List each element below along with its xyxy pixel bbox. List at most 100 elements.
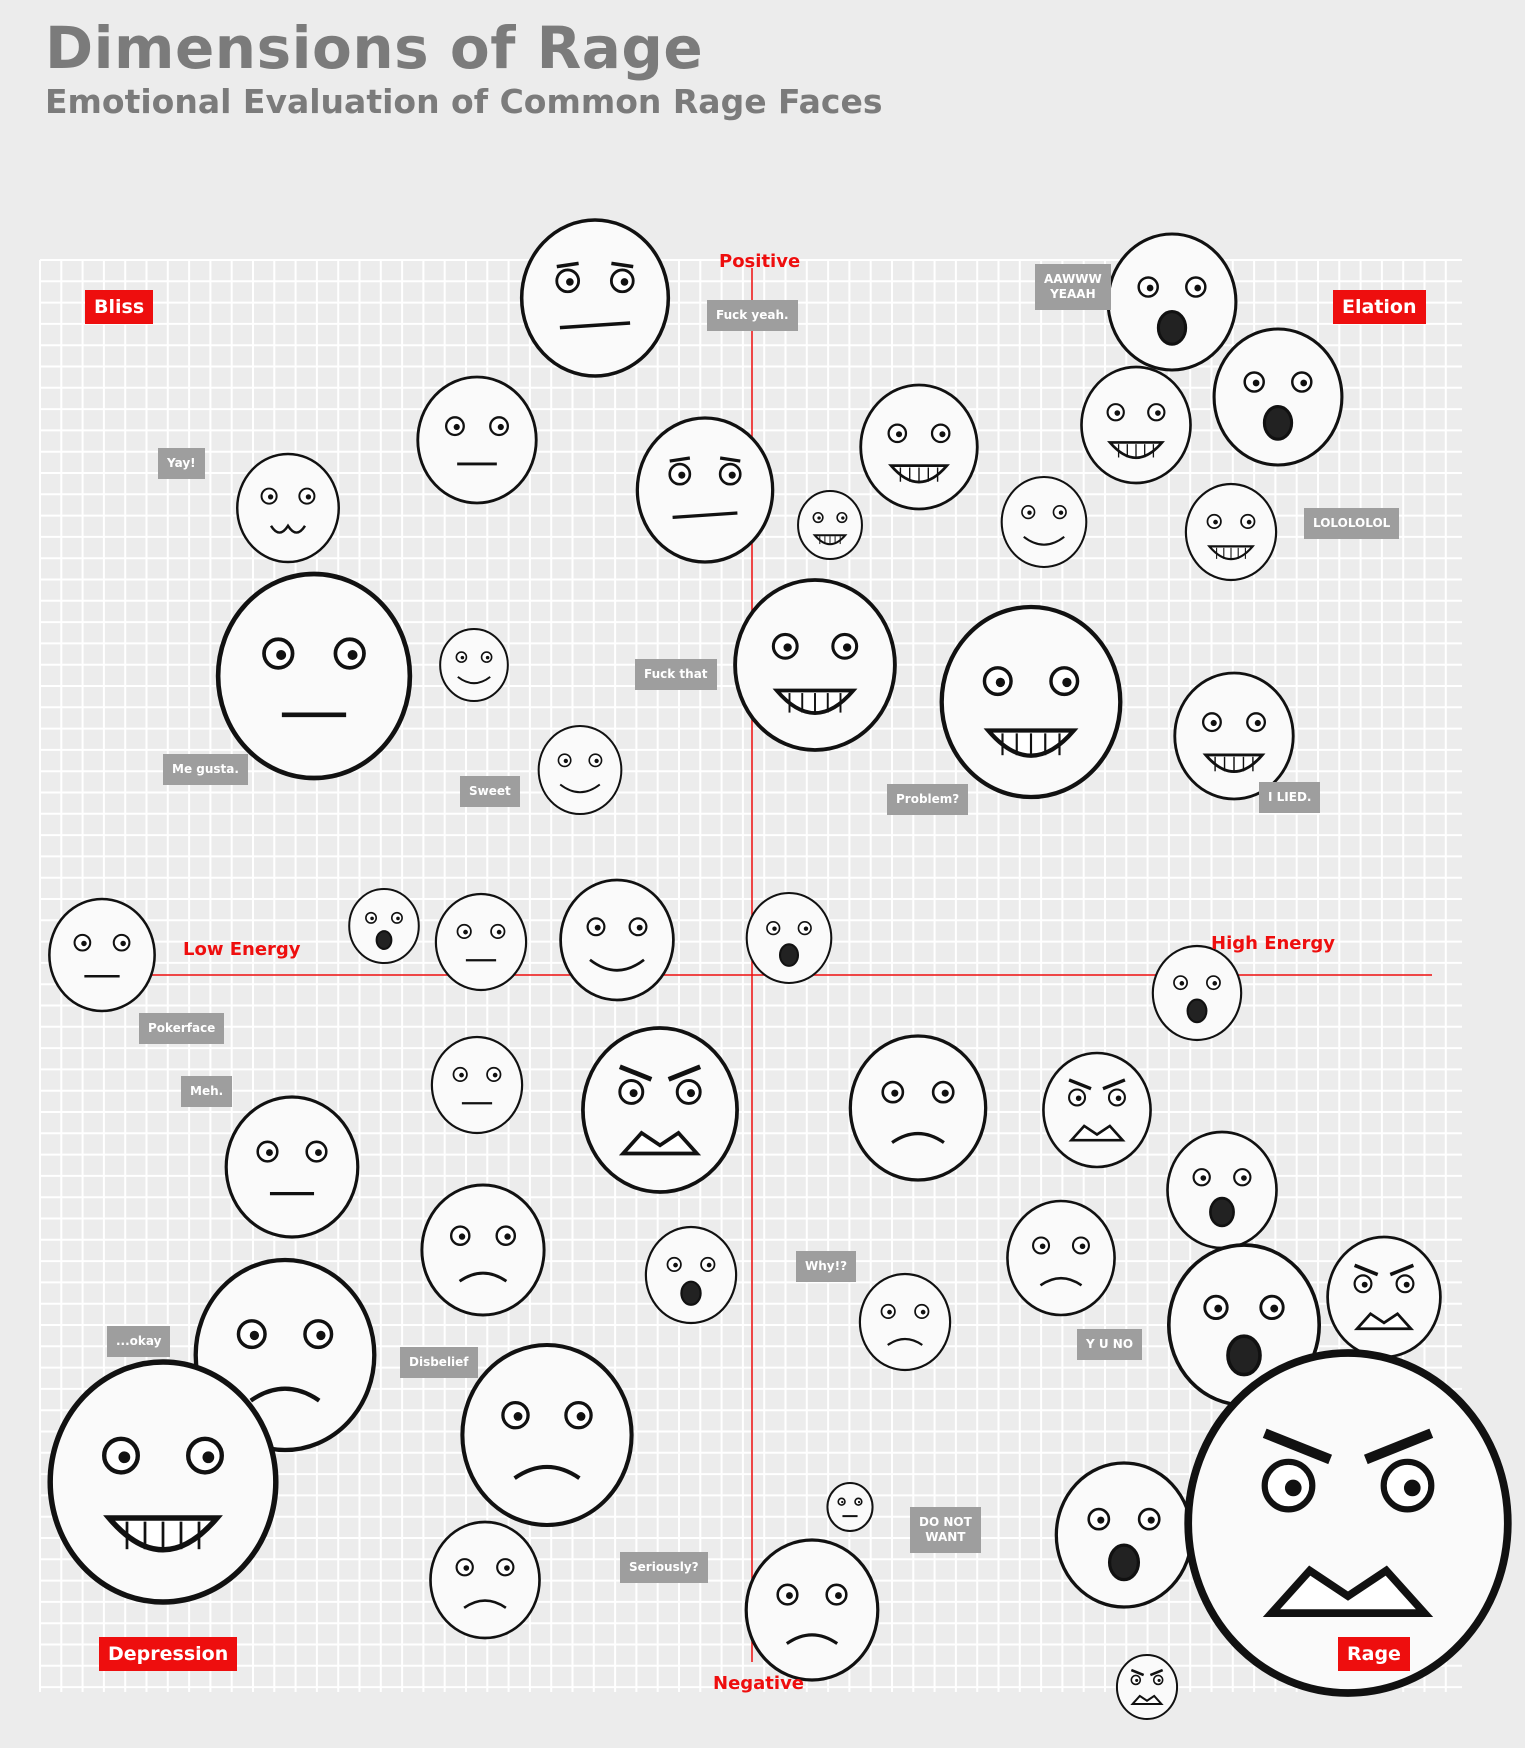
face-pupil	[803, 926, 809, 931]
face-pupil	[347, 649, 358, 660]
face-pupil	[504, 1565, 510, 1571]
face-pupil	[458, 1233, 466, 1240]
face-pupil	[370, 916, 374, 921]
aww-yeah-face	[1106, 232, 1238, 372]
face-pupil	[497, 423, 504, 431]
me-gusta-face	[215, 571, 413, 781]
face-pupil	[315, 1149, 322, 1157]
face-mouth	[778, 943, 800, 967]
i-lied-face	[1173, 671, 1295, 801]
lol-face	[1212, 327, 1344, 467]
face-outline	[1326, 1235, 1442, 1359]
face-mouth	[680, 1280, 702, 1306]
face-outline	[848, 1034, 988, 1182]
face-pupil	[459, 1072, 464, 1078]
face-pupil	[594, 924, 601, 931]
face-outline	[559, 878, 675, 1002]
face-pupil	[563, 758, 568, 764]
face-pupil	[1179, 981, 1185, 986]
face-pupil	[1210, 719, 1217, 727]
face-pupil	[463, 929, 468, 935]
happy-teeth-face	[1080, 365, 1192, 485]
face-outline	[1106, 232, 1238, 372]
face-pupil	[305, 494, 312, 500]
face-pupil	[728, 471, 736, 479]
face-outline	[1173, 671, 1295, 801]
face-pupil	[485, 655, 490, 660]
face-pupil	[939, 431, 946, 438]
face-outline	[439, 628, 509, 702]
fap-face	[1000, 475, 1088, 569]
face-pupil	[492, 1072, 498, 1078]
meh-face	[224, 1095, 360, 1239]
face-outline	[1212, 327, 1344, 467]
axis-label-negative: Negative	[713, 1673, 805, 1694]
face-outline	[224, 1095, 360, 1239]
face-outline	[733, 578, 897, 752]
face-outline	[644, 1225, 738, 1325]
face-pupil	[1300, 379, 1308, 387]
corner-label-depression: Depression	[99, 1637, 238, 1671]
face-outline	[1080, 365, 1192, 485]
face-pupil	[316, 1330, 326, 1341]
annoyed-face	[429, 1520, 541, 1640]
face-pupil	[1079, 1243, 1086, 1250]
face-pupil	[453, 423, 460, 431]
face-outline	[1054, 1461, 1194, 1609]
face-label: DO NOT WANT	[910, 1507, 981, 1553]
face-outline	[581, 1026, 739, 1194]
face-pupil	[1361, 1281, 1368, 1288]
face-label: ...okay	[107, 1326, 171, 1357]
face-outline	[348, 888, 420, 964]
face-pupil	[895, 431, 903, 438]
corner-label-bliss: Bliss	[85, 290, 154, 324]
scared-face	[1166, 1130, 1278, 1250]
face-pupil	[267, 494, 274, 500]
face-pupil	[1246, 519, 1252, 525]
face-label: LOLOLOLOL	[1304, 508, 1400, 539]
face-pupil	[1252, 379, 1260, 387]
face-outline	[416, 375, 538, 505]
face-outline	[826, 1482, 874, 1532]
face-outline	[434, 892, 528, 992]
face-label: Y U NO	[1077, 1329, 1143, 1360]
face-pupil	[857, 1500, 861, 1504]
sweet-jesus-face	[416, 375, 538, 505]
face-pupil	[1155, 410, 1161, 416]
corner-label-rage: Rage	[1338, 1637, 1410, 1671]
face-label: Pokerface	[139, 1013, 225, 1044]
face-pupil	[1403, 1479, 1421, 1497]
face-label: Meh.	[181, 1076, 233, 1107]
why-face	[858, 1272, 952, 1372]
face-pupil	[249, 1330, 260, 1341]
face-outline	[797, 490, 863, 560]
face-pupil	[118, 1451, 131, 1464]
face-outline	[1166, 1130, 1278, 1250]
face-pupil	[1200, 1175, 1207, 1181]
face-pupil	[1135, 1678, 1139, 1682]
laugh-face	[859, 383, 979, 511]
face-pupil	[920, 1309, 926, 1315]
face-label: Problem?	[887, 784, 969, 815]
face-pupil	[276, 649, 287, 660]
oh-crap-face	[635, 416, 775, 564]
face-pupil	[504, 1233, 511, 1240]
face-pupil	[636, 924, 643, 931]
derpina-face	[745, 891, 833, 985]
face-label: Seriously?	[620, 1552, 708, 1583]
face-outline	[1115, 1654, 1179, 1720]
face-pupil	[1075, 1095, 1082, 1102]
face-outline	[1184, 482, 1278, 582]
do-not-want-face	[826, 1482, 874, 1532]
crazy-eyes-face	[744, 1538, 880, 1682]
face-pupil	[576, 1412, 586, 1421]
face-pupil	[1115, 1095, 1122, 1102]
face-pupil	[513, 1412, 523, 1421]
face-pupil	[1254, 719, 1261, 727]
cereal-guy-face	[644, 1225, 738, 1325]
face-pupil	[463, 1565, 470, 1571]
pokerface-face	[48, 897, 156, 1013]
face-mouth	[1209, 1196, 1235, 1228]
face-pupil	[1039, 1243, 1046, 1250]
face-pupil	[1403, 1281, 1410, 1288]
